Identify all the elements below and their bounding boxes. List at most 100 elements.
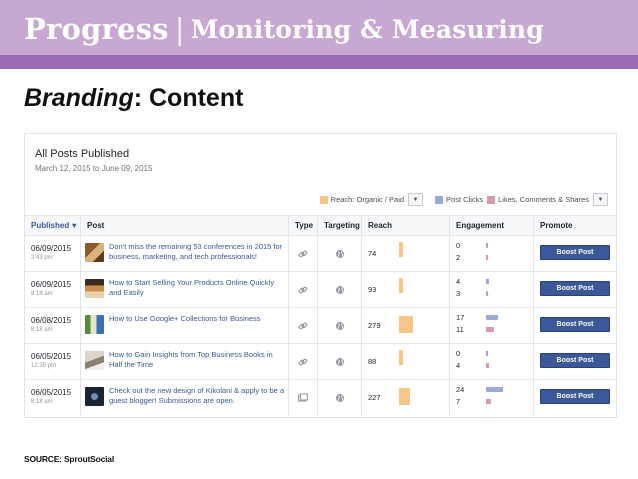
post-date: 06/09/2015 (31, 280, 72, 289)
post-clicks-value: 0 (456, 349, 461, 358)
promote-cell: Boost Post (534, 308, 616, 343)
post-thumbnail (85, 351, 104, 370)
table-row: 06/05/2015 12:35 pm How to Gain Insights… (25, 343, 616, 379)
likes-comments-shares-value: 4 (456, 361, 461, 370)
likes-comments-shares-bar (486, 399, 491, 404)
table-row: 06/05/2015 8:18 am Check out the new des… (25, 379, 616, 415)
boost-post-button[interactable]: Boost Post (540, 281, 610, 296)
header-accent-strip (0, 55, 638, 69)
posts-table: Published ▾ Post Type Targeting Reach Eng… (25, 215, 616, 415)
column-header-type[interactable]: Type (289, 216, 318, 235)
post-clicks-bar (486, 351, 488, 356)
targeting-cell (318, 380, 362, 415)
column-header-engagement[interactable]: Engagement (450, 216, 534, 235)
published-cell: 06/05/2015 8:18 am (25, 380, 81, 415)
post-thumbnail (85, 315, 104, 334)
source-credit: SOURCE: SproutSocial (24, 454, 114, 464)
post-date: 06/09/2015 (31, 244, 72, 253)
column-header-reach[interactable]: Reach (362, 216, 450, 235)
column-header-post[interactable]: Post (81, 216, 289, 235)
post-date: 06/05/2015 (31, 352, 72, 361)
boost-post-button[interactable]: Boost Post (540, 389, 610, 404)
likes-comments-shares-value: 3 (456, 289, 461, 298)
post-clicks-bar (486, 243, 488, 248)
post-date: 06/05/2015 (31, 388, 72, 397)
engagement-dropdown-button[interactable]: ▼ (593, 193, 608, 206)
reach-bar (399, 316, 413, 333)
boost-post-button[interactable]: Boost Post (540, 317, 610, 332)
engagement-cell: 0 4 (450, 344, 534, 379)
post-link[interactable]: Check out the new design of Kikolani & a… (109, 386, 285, 406)
likes-comments-shares-value: 7 (456, 397, 461, 406)
column-header-published[interactable]: Published ▾ (25, 216, 81, 235)
slide-subtitle: Branding: Content (24, 84, 243, 113)
type-cell (289, 236, 318, 271)
targeting-cell (318, 344, 362, 379)
sort-desc-icon: ▾ (72, 221, 77, 230)
legend-likes-label: Likes, Comments & Shares (498, 194, 589, 204)
column-header-targeting[interactable]: Targeting (318, 216, 362, 235)
post-time: 8:18 am (31, 327, 53, 333)
post-cell[interactable]: How to Gain Insights from Top Business B… (81, 344, 289, 379)
likes-comments-shares-value: 11 (456, 325, 464, 334)
legend-clicks-swatch (435, 196, 444, 204)
table-row: 06/09/2015 8:18 am How to Start Selling … (25, 271, 616, 307)
published-cell: 06/09/2015 8:18 am (25, 272, 81, 307)
link-icon (298, 286, 308, 293)
likes-comments-shares-bar (486, 327, 494, 332)
post-clicks-value: 0 (456, 241, 461, 250)
posts-panel: All Posts Published March 12, 2015 to Ju… (24, 133, 617, 418)
post-cell[interactable]: Check out the new design of Kikolani & a… (81, 380, 289, 415)
published-cell: 06/09/2015 2:43 pm (25, 236, 81, 271)
type-cell (289, 272, 318, 307)
legend-reach-swatch (319, 196, 328, 204)
legend-likes: Likes, Comments & Shares (487, 195, 589, 204)
boost-post-button[interactable]: Boost Post (540, 245, 610, 260)
post-clicks-bar (486, 387, 503, 392)
likes-comments-shares-bar (486, 363, 489, 368)
chevron-down-icon: ▼ (412, 196, 419, 203)
post-clicks-value: 4 (456, 277, 461, 286)
promote-cell: Boost Post (534, 380, 616, 415)
post-cell[interactable]: How to Use Google+ Collections for Busin… (81, 308, 289, 343)
panel-date-range: March 12, 2015 to June 09, 2015 (35, 164, 153, 173)
post-thumbnail (85, 243, 104, 262)
post-time: 8:18 am (31, 291, 53, 297)
reach-value: 88 (368, 357, 377, 366)
reach-value: 227 (368, 393, 381, 402)
post-date: 06/08/2015 (31, 316, 72, 325)
photo-icon (298, 393, 308, 402)
published-cell: 06/05/2015 12:35 pm (25, 344, 81, 379)
post-cell[interactable]: How to Start Selling Your Products Onlin… (81, 272, 289, 307)
globe-icon (335, 393, 344, 402)
legend-clicks-label: Post Clicks (446, 194, 484, 204)
boost-post-button[interactable]: Boost Post (540, 353, 610, 368)
post-link[interactable]: How to Gain Insights from Top Business B… (109, 350, 285, 370)
table-row: 06/08/2015 8:18 am How to Use Google+ Co… (25, 307, 616, 343)
reach-bar (399, 242, 403, 257)
reach-cell: 279 (362, 308, 450, 343)
table-row: 06/09/2015 2:43 pm Don't miss the remain… (25, 235, 616, 271)
targeting-cell (318, 272, 362, 307)
legend-reach-label: Reach: Organic / Paid (330, 194, 405, 204)
reach-dropdown-button[interactable]: ▼ (408, 193, 424, 206)
post-link[interactable]: How to Use Google+ Collections for Busin… (109, 314, 285, 324)
reach-value: 93 (368, 285, 377, 294)
post-link[interactable]: How to Start Selling Your Products Onlin… (109, 278, 285, 298)
type-cell (289, 344, 318, 379)
post-time: 8:18 am (31, 399, 53, 405)
post-cell[interactable]: Don't miss the remaining 53 conferences … (81, 236, 289, 271)
post-clicks-value: 17 (456, 313, 465, 322)
post-time: 12:35 pm (31, 363, 57, 369)
globe-icon (335, 321, 344, 330)
panel-title: All Posts Published (35, 148, 130, 160)
promote-cell: Boost Post (534, 272, 616, 307)
post-link[interactable]: Don't miss the remaining 53 conferences … (109, 242, 285, 262)
slide-title-sub: Monitoring & Measuring (190, 14, 544, 44)
type-cell (289, 308, 318, 343)
post-clicks-bar (486, 279, 489, 284)
post-time: 2:43 pm (31, 255, 53, 261)
likes-comments-shares-bar (486, 291, 489, 296)
engagement-cell: 24 7 (450, 380, 534, 415)
reach-bar (399, 278, 403, 293)
